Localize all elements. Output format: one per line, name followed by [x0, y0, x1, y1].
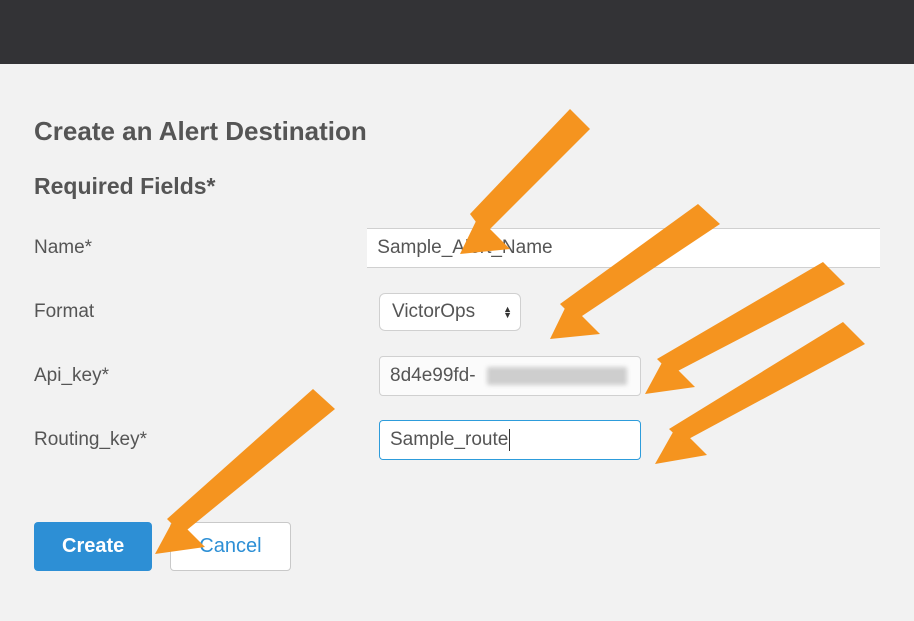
- select-arrows-icon: ▲▼: [503, 306, 512, 318]
- annotation-arrow-icon: [635, 319, 875, 489]
- text-cursor-icon: [509, 429, 510, 451]
- redacted-api-key-icon: [487, 367, 627, 385]
- row-name: Name*: [34, 226, 880, 270]
- select-format[interactable]: VictorOps ▲▼: [379, 293, 521, 331]
- create-button[interactable]: Create: [34, 522, 152, 571]
- cancel-button[interactable]: Cancel: [170, 522, 290, 571]
- page-title: Create an Alert Destination: [34, 116, 880, 147]
- label-api-key: Api_key*: [34, 365, 379, 387]
- row-routing-key: Routing_key* Sample_route: [34, 418, 880, 462]
- input-name[interactable]: [367, 228, 880, 268]
- section-required-fields: Required Fields*: [34, 173, 880, 200]
- input-routing-key[interactable]: Sample_route: [379, 420, 641, 460]
- input-routing-key-value: Sample_route: [390, 429, 508, 451]
- label-format: Format: [34, 301, 379, 323]
- select-format-value: VictorOps: [392, 301, 475, 323]
- row-api-key: Api_key*: [34, 354, 880, 398]
- page-content: Create an Alert Destination Required Fie…: [0, 64, 914, 621]
- row-format: Format VictorOps ▲▼: [34, 290, 880, 334]
- label-routing-key: Routing_key*: [34, 429, 379, 451]
- label-name: Name*: [34, 237, 367, 259]
- app-topbar: [0, 0, 914, 64]
- button-row: Create Cancel: [34, 522, 880, 571]
